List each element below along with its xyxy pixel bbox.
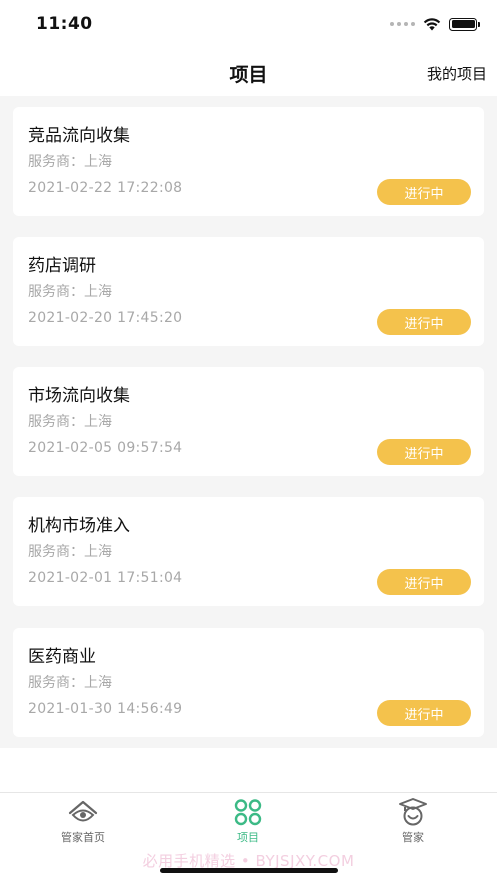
- status-badge[interactable]: 进行中: [377, 309, 471, 335]
- project-provider: 服务商：上海: [28, 544, 112, 560]
- page-title: 项目: [229, 64, 268, 86]
- project-provider: 服务商：上海: [28, 414, 112, 430]
- four-circles-icon: [234, 799, 262, 826]
- project-provider: 服务商：上海: [28, 284, 112, 300]
- project-card[interactable]: 药店调研 服务商：上海 2021-02-20 17:45:20 进行中: [13, 237, 484, 346]
- tab-butler[interactable]: 管家: [358, 797, 468, 849]
- project-title: 医药商业: [28, 647, 96, 667]
- tab-home[interactable]: 管家首页: [28, 797, 138, 849]
- status-badge[interactable]: 进行中: [377, 439, 471, 465]
- tab-projects[interactable]: 项目: [193, 797, 303, 849]
- status-time: 11:40: [36, 14, 93, 34]
- project-card[interactable]: 市场流向收集 服务商：上海 2021-02-05 09:57:54 进行中: [13, 367, 484, 476]
- graduation-cap-face-icon: [399, 798, 427, 826]
- status-badge[interactable]: 进行中: [377, 179, 471, 205]
- status-badge[interactable]: 进行中: [377, 569, 471, 595]
- tab-butler-label: 管家: [402, 831, 424, 844]
- status-icons: [390, 16, 480, 32]
- battery-icon: [449, 17, 480, 31]
- wifi-icon: [423, 17, 441, 30]
- project-provider: 服务商：上海: [28, 154, 112, 170]
- cellular-signal-icon: [390, 22, 415, 26]
- project-card[interactable]: 机构市场准入 服务商：上海 2021-02-01 17:51:04 进行中: [13, 497, 484, 606]
- project-list: 竞品流向收集 服务商：上海 2021-02-22 17:22:08 进行中 药店…: [0, 96, 497, 748]
- project-title: 机构市场准入: [28, 516, 130, 536]
- status-badge[interactable]: 进行中: [377, 700, 471, 726]
- tab-home-label: 管家首页: [61, 831, 105, 844]
- project-title: 药店调研: [28, 256, 96, 276]
- project-time: 2021-02-20 17:45:20: [28, 310, 183, 326]
- project-time: 2021-02-22 17:22:08: [28, 180, 183, 196]
- project-time: 2021-01-30 14:56:49: [28, 701, 183, 717]
- my-projects-button[interactable]: 我的项目: [427, 63, 487, 84]
- project-card[interactable]: 医药商业 服务商：上海 2021-01-30 14:56:49 进行中: [13, 628, 484, 737]
- tab-projects-label: 项目: [237, 831, 259, 844]
- project-time: 2021-02-01 17:51:04: [28, 570, 183, 586]
- home-indicator[interactable]: [160, 868, 338, 873]
- project-time: 2021-02-05 09:57:54: [28, 440, 183, 456]
- project-title: 市场流向收集: [28, 386, 130, 406]
- status-bar: 11:40: [0, 0, 497, 50]
- project-provider: 服务商：上海: [28, 675, 112, 691]
- project-title: 竞品流向收集: [28, 126, 130, 146]
- project-card[interactable]: 竞品流向收集 服务商：上海 2021-02-22 17:22:08 进行中: [13, 107, 484, 216]
- nav-bar: 项目 我的项目: [0, 50, 497, 96]
- eye-house-icon: [68, 800, 98, 822]
